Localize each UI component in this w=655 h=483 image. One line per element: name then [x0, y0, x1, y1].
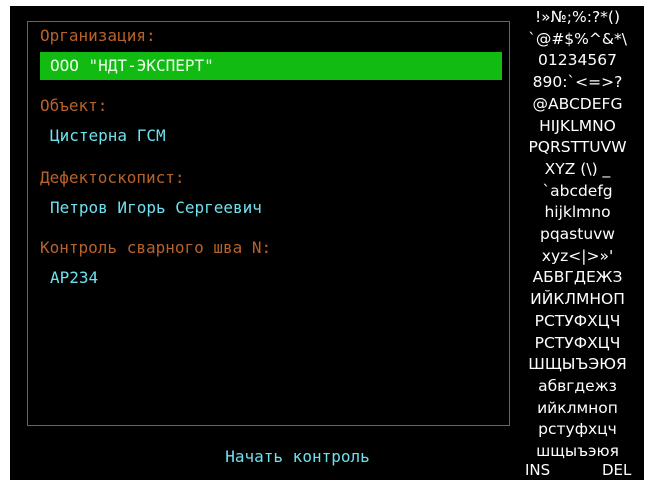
- char-row[interactable]: 01234567: [511, 49, 644, 71]
- char-row[interactable]: АБВГДЕЖЗ: [511, 266, 644, 288]
- form-frame: [27, 21, 510, 426]
- del-key[interactable]: DEL: [602, 460, 631, 480]
- char-row[interactable]: абвгдежз: [511, 375, 644, 397]
- character-picker: !»№;%:?*() `@#$%^&*\ 01234567 890:`<=>? …: [511, 6, 644, 480]
- inspector-field[interactable]: Петров Игорь Сергеевич: [40, 194, 262, 222]
- char-row[interactable]: !»№;%:?*(): [511, 6, 644, 28]
- char-row[interactable]: ШЩЫЪЭЮЯ: [511, 353, 644, 375]
- char-row[interactable]: РСТУФХЦЧ: [511, 332, 644, 354]
- char-row[interactable]: 890:`<=>?: [511, 71, 644, 93]
- char-row[interactable]: РСТУФХЦЧ: [511, 310, 644, 332]
- char-row[interactable]: ИЙКЛМНОП: [511, 288, 644, 310]
- char-row[interactable]: `@#$%^&*\: [511, 28, 644, 50]
- weld-number-label: Контроль сварного шва N:: [40, 238, 272, 257]
- start-inspection-button[interactable]: Начать контроль: [175, 444, 420, 470]
- organization-field[interactable]: ООО "НДТ-ЭКСПЕРТ": [40, 52, 502, 80]
- ins-key[interactable]: INS: [525, 460, 550, 480]
- weld-number-field[interactable]: AP234: [40, 264, 98, 292]
- form-panel: Организация: ООО "НДТ-ЭКСПЕРТ" Объект: Ц…: [10, 6, 510, 480]
- char-row[interactable]: ийклмноп: [511, 397, 644, 419]
- char-row[interactable]: `abcdefg: [511, 180, 644, 202]
- organization-label: Организация:: [40, 26, 156, 45]
- char-row[interactable]: hijklmno: [511, 201, 644, 223]
- char-row[interactable]: рстуфхцч: [511, 418, 644, 440]
- char-row[interactable]: HIJKLMNO: [511, 115, 644, 137]
- char-row[interactable]: PQRSTTUVW: [511, 136, 644, 158]
- object-field[interactable]: Цистерна ГСМ: [40, 122, 166, 150]
- char-row[interactable]: XYZ (\) _: [511, 158, 644, 180]
- char-row[interactable]: pqastuvw: [511, 223, 644, 245]
- object-label: Объект:: [40, 96, 108, 115]
- char-row[interactable]: xyz<|>»': [511, 245, 644, 267]
- char-row[interactable]: шщыъэюя: [511, 440, 644, 462]
- char-row[interactable]: @ABCDEFG: [511, 93, 644, 115]
- inspector-label: Дефектоскопист:: [40, 168, 185, 187]
